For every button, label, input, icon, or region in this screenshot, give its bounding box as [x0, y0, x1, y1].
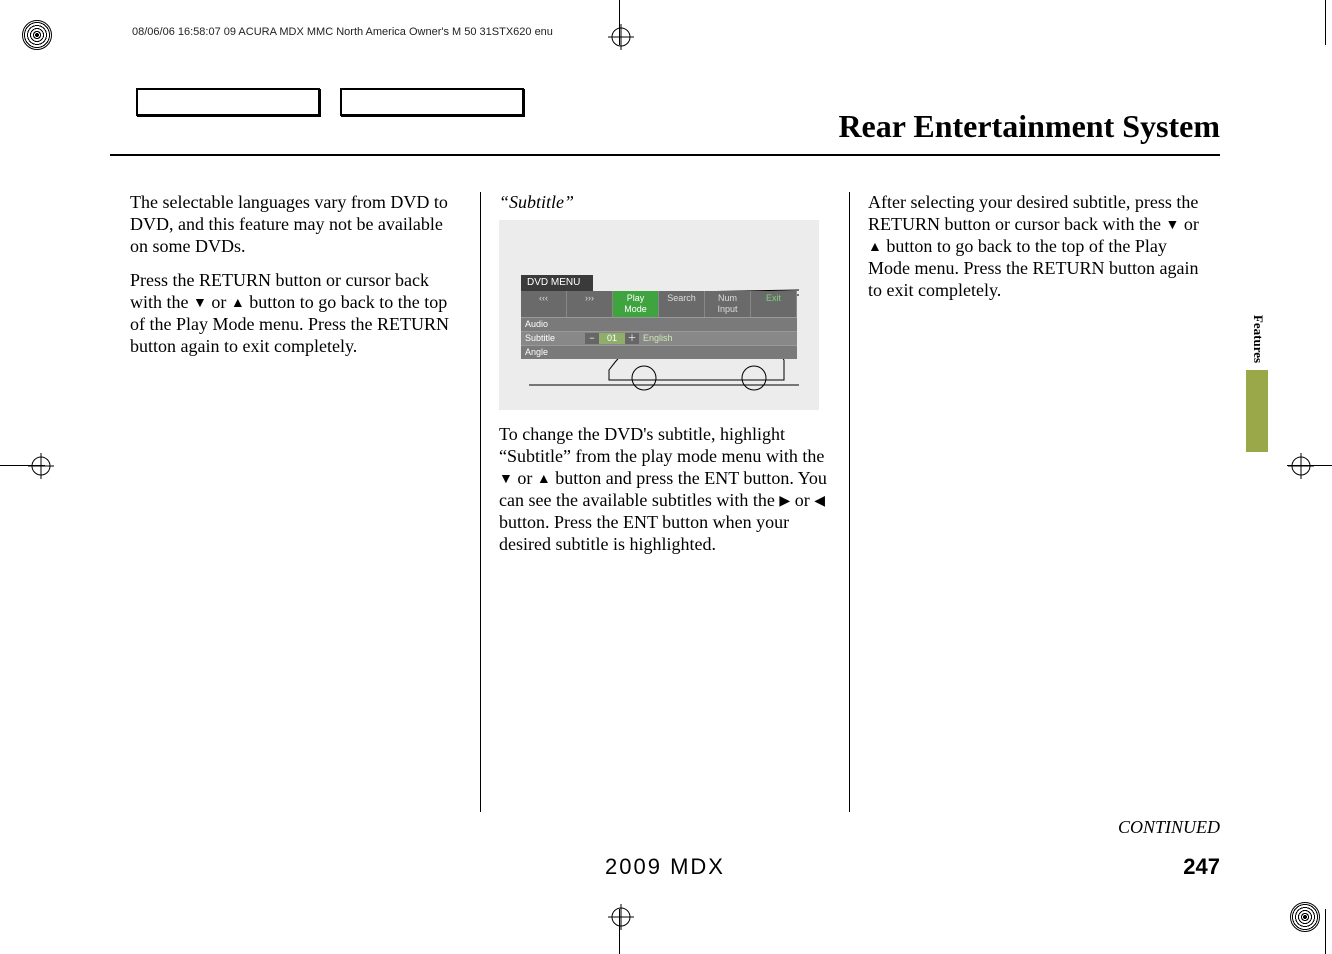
dvd-subtitle-language: English: [639, 332, 677, 345]
paragraph: The selectable languages vary from DVD t…: [130, 192, 462, 258]
dvd-menu-tabs: ‹‹‹ ››› Play Mode Search Num Input Exit: [521, 291, 797, 317]
dvd-tab-exit: Exit: [751, 291, 797, 317]
registration-target-icon: [22, 20, 52, 50]
registration-cross-icon: [28, 453, 54, 479]
column-1: The selectable languages vary from DVD t…: [130, 192, 481, 812]
paragraph: To change the DVD's subtitle, highlight …: [499, 424, 831, 556]
dvd-subtitle-value: 01: [599, 333, 625, 344]
paragraph: After selecting your desired subtitle, p…: [868, 192, 1200, 302]
text: or: [790, 490, 814, 510]
dvd-row-subtitle: Subtitle − 01 ＋ English: [521, 331, 797, 345]
registration-cross-icon: [608, 904, 634, 930]
section-title: Rear Entertainment System: [838, 108, 1220, 145]
placeholder-box: [340, 88, 524, 116]
column-3: After selecting your desired subtitle, p…: [850, 192, 1200, 812]
horizontal-rule: [110, 154, 1220, 156]
crop-mark: [1325, 909, 1326, 954]
minus-icon: −: [585, 333, 599, 344]
text: or: [513, 468, 537, 488]
plus-icon: ＋: [625, 333, 639, 344]
paragraph: Press the RETURN button or cursor back w…: [130, 270, 462, 358]
dvd-tab-playmode: Play Mode: [613, 291, 659, 317]
dvd-tab-search: Search: [659, 291, 705, 317]
dvd-row-angle: Angle: [521, 345, 797, 359]
text: To change the DVD's subtitle, highlight …: [499, 424, 824, 466]
thumb-tab-label: Features: [1250, 298, 1266, 380]
text: After selecting your desired subtitle, p…: [868, 192, 1198, 234]
header-placeholder-boxes: [136, 88, 540, 121]
continued-label: CONTINUED: [1118, 817, 1220, 838]
dvd-row-label: Audio: [521, 318, 585, 331]
page-number: 247: [1183, 854, 1220, 880]
text: or: [1179, 214, 1199, 234]
dvd-tab-next: ›››: [567, 291, 613, 317]
column-2: “Subtitle” DVD MENU: [481, 192, 850, 812]
print-header-metadata: 08/06/06 16:58:07 09 ACURA MDX MMC North…: [132, 26, 553, 38]
text: button. Press the ENT button when your d…: [499, 512, 789, 554]
thumb-tab: [1246, 370, 1268, 452]
crop-mark: [1325, 0, 1326, 45]
dvd-row-audio: Audio: [521, 317, 797, 331]
dvd-menu-panel: DVD MENU ‹‹‹ ››› Play Mode Search Num In…: [521, 275, 797, 359]
footer-model: 2009 MDX: [110, 854, 1220, 880]
sub-heading: “Subtitle”: [499, 192, 831, 214]
registration-target-icon: [1290, 902, 1320, 932]
registration-cross-icon: [608, 24, 634, 50]
dvd-tab-numinput: Num Input: [705, 291, 751, 317]
registration-cross-icon: [1288, 453, 1314, 479]
dvd-menu-title: DVD MENU: [521, 275, 593, 291]
dvd-tab-prev: ‹‹‹: [521, 291, 567, 317]
dvd-row-label: Subtitle: [521, 332, 585, 345]
dvd-row-label: Angle: [521, 346, 585, 359]
page-content: Rear Entertainment System The selectable…: [110, 80, 1220, 880]
dvd-screenshot: DVD MENU ‹‹‹ ››› Play Mode Search Num In…: [499, 220, 819, 410]
body-columns: The selectable languages vary from DVD t…: [130, 192, 1200, 812]
placeholder-box: [136, 88, 320, 116]
text: button to go back to the top of the Play…: [868, 236, 1198, 300]
text: or: [207, 292, 231, 312]
